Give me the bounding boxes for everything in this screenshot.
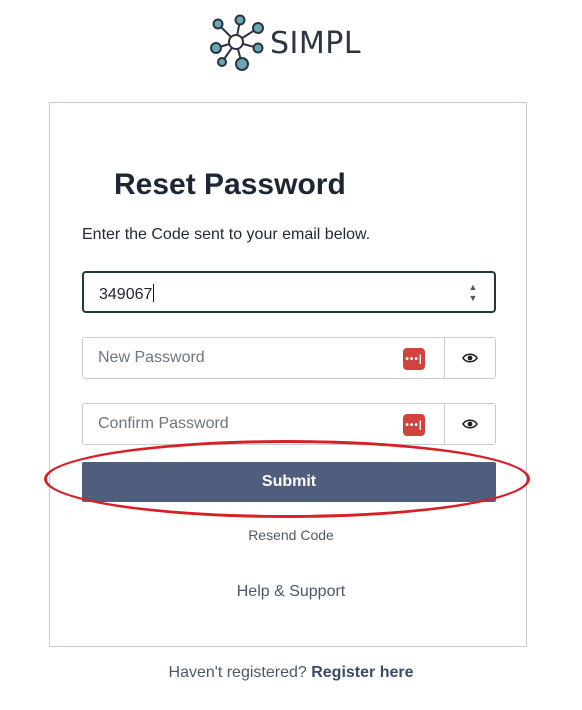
confirm-password-field[interactable]: Confirm Password •••|: [82, 403, 496, 445]
chevron-up-icon[interactable]: ▲: [469, 283, 478, 292]
chevron-down-icon[interactable]: ▼: [469, 294, 478, 303]
page-subtitle: Enter the Code sent to your email below.: [82, 226, 371, 243]
confirm-password-placeholder: Confirm Password: [98, 415, 229, 432]
page-title: Reset Password: [114, 168, 346, 201]
eye-icon: [462, 419, 478, 429]
new-password-placeholder: New Password: [98, 349, 205, 366]
molecule-logo-icon: [210, 14, 264, 71]
new-password-field[interactable]: New Password •••|: [82, 337, 496, 379]
help-support-link[interactable]: Help & Support: [0, 583, 582, 601]
code-value: 349067: [99, 284, 155, 303]
brand-name: SIMPL: [270, 25, 362, 61]
register-prompt: Haven't registered? Register here: [0, 664, 582, 682]
register-link[interactable]: Register here: [311, 664, 413, 681]
code-input[interactable]: 349067 ▲ ▼: [82, 271, 496, 313]
eye-icon: [462, 353, 478, 363]
number-stepper[interactable]: ▲ ▼: [468, 283, 478, 303]
password-key-icon[interactable]: •••|: [403, 414, 425, 436]
password-key-icon[interactable]: •••|: [403, 348, 425, 370]
register-prompt-text: Haven't registered?: [168, 664, 307, 681]
show-confirm-password-button[interactable]: [444, 404, 495, 444]
resend-code-link[interactable]: Resend Code: [0, 527, 582, 543]
brand-logo: SIMPL: [208, 14, 361, 72]
submit-button[interactable]: Submit: [82, 462, 496, 502]
show-new-password-button[interactable]: [444, 338, 495, 378]
